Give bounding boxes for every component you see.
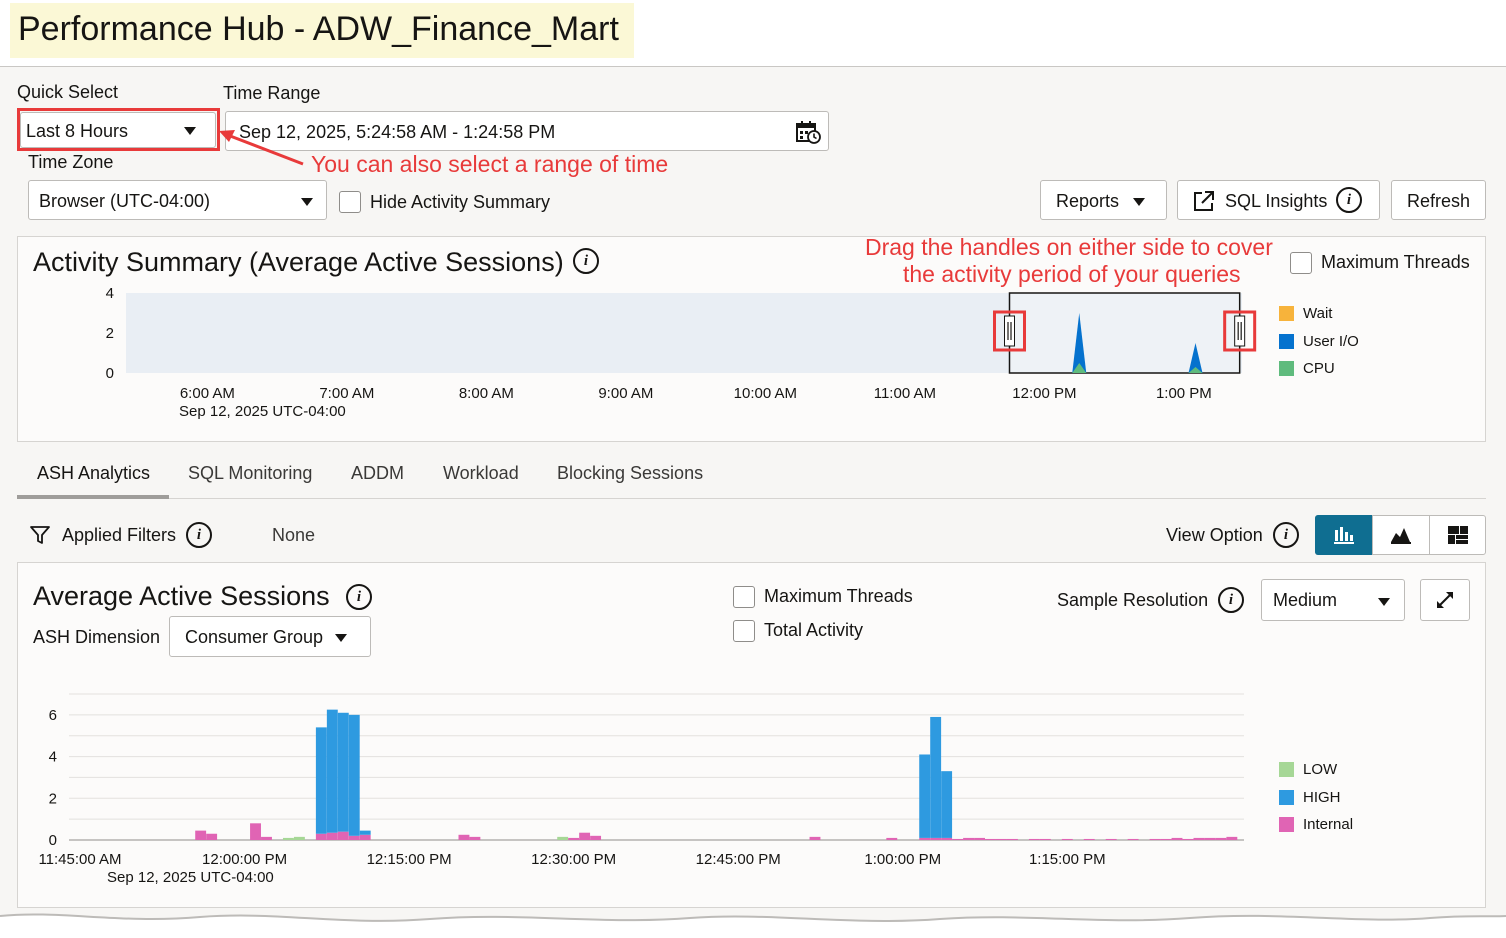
aas-legend-label: HIGH [1303,788,1341,806]
aas-bar-internal [1193,837,1205,840]
aas-bar-internal [1083,838,1095,840]
aas-bar-high [941,771,953,838]
aas-bar-low [557,836,569,840]
aas-bar-high [919,754,931,838]
aas-bar-high [930,716,942,838]
aas-bar-internal [809,836,821,840]
aas-bar-internal [261,836,272,840]
aas-bar-internal [952,838,964,840]
aas-y-tick: 2 [49,790,57,807]
aas-bar-internal [1215,837,1227,840]
aas-bar-internal [1204,837,1216,840]
aas-x-tick: 12:30:00 PM [531,851,616,868]
aas-bar-internal [359,834,371,840]
aas-x-tick: 12:45:00 PM [696,851,781,868]
aas-legend-swatch [1279,762,1294,777]
aas-bar-high [315,727,327,834]
aas-bar-low [293,836,305,840]
aas-bar-internal [206,833,218,840]
aas-bar-internal [326,832,338,840]
aas-y-tick: 4 [49,749,57,766]
aas-bar-internal [963,837,975,840]
aas-x-tick: 12:00:00 PM [202,851,287,868]
aas-y-tick: 6 [49,707,57,724]
aas-bar-internal [1226,836,1238,840]
aas-bar-internal [1105,838,1117,840]
aas-bar-internal [1039,838,1051,840]
aas-bar-internal [1127,838,1139,840]
aas-bar-internal [1028,838,1040,840]
aas-bar-internal [996,838,1007,840]
aas-date-label: Sep 12, 2025 UTC-04:00 [107,869,274,886]
aas-bar-internal [337,831,349,840]
aas-bar-internal [985,838,996,840]
aas-bar-high [348,714,360,836]
aas-legend-label: LOW [1303,761,1338,778]
aas-bar-high [359,830,371,835]
aas-bar-internal [315,833,327,840]
aas-legend-label: Internal [1303,816,1354,833]
aas-bar-internal [195,830,207,840]
aas-bar-internal [1149,838,1161,840]
aas-x-tick: 1:15:00 PM [1029,851,1106,868]
aas-bar-internal [348,835,360,840]
aas-bar-internal [930,837,942,840]
aas-bar-internal [919,837,931,840]
aas-bar-low [282,837,294,840]
aas-bar-internal [469,836,481,840]
aas-bar-internal [590,835,602,840]
aas-legend-swatch [1279,817,1294,832]
aas-legend-swatch [1279,789,1294,805]
aas-bar-internal [941,837,953,840]
aas-bar-internal [579,832,591,840]
aas-bar-internal [1182,838,1194,840]
aas-bar-internal [250,823,261,840]
aas-bar-internal [1160,838,1172,840]
torn-edge [0,913,1506,938]
aas-x-tick: 12:15:00 PM [367,851,452,868]
aas-bar-internal [974,837,985,840]
aas-bar-internal [458,834,470,840]
aas-bar-high [337,712,349,832]
aas-bar-internal [886,837,898,840]
aas-x-tick: 1:00:00 PM [864,851,941,868]
aas-bar-internal [1007,838,1018,840]
aas-x-tick: 11:45:00 AM [38,851,121,868]
aas-bar-internal [1061,838,1073,840]
aas-y-tick: 0 [49,832,57,849]
aas-bar-internal [568,837,580,840]
aas-bar-high [326,709,338,833]
aas-bar-internal [1171,837,1183,840]
